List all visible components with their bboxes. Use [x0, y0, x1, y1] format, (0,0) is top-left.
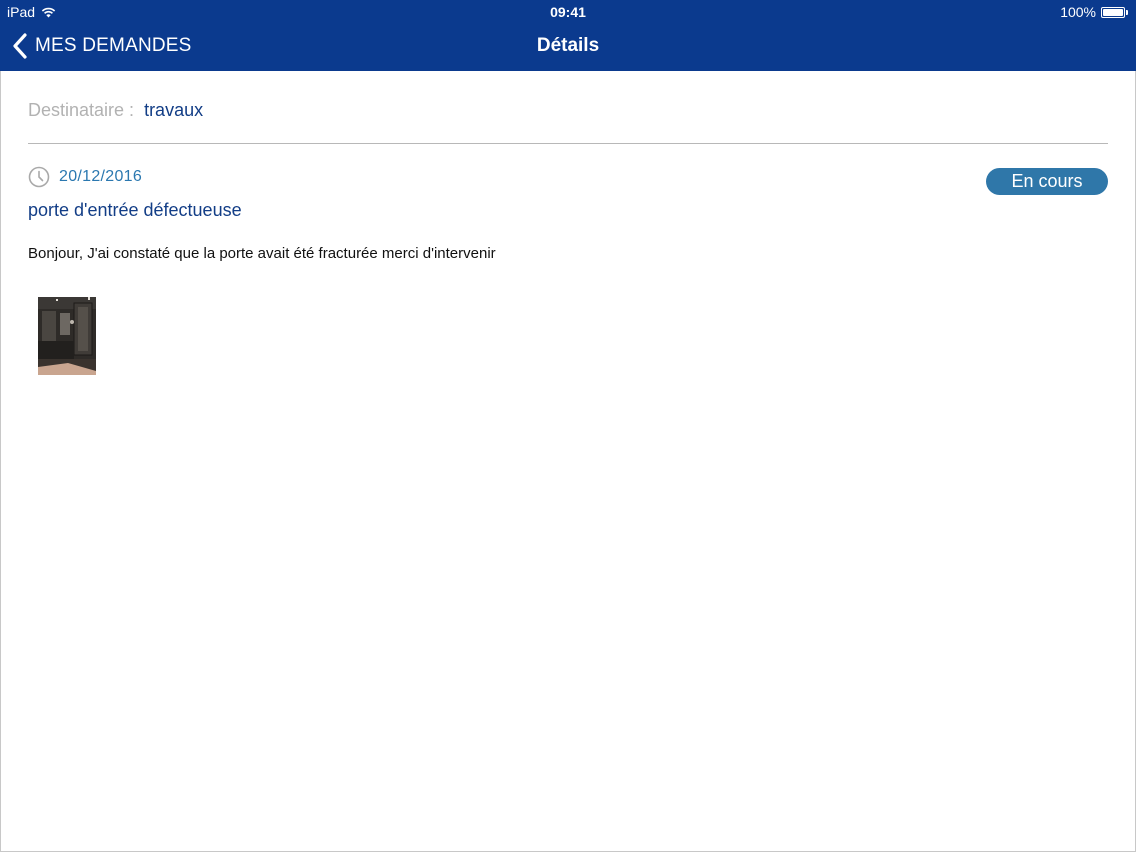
clock-time: 09:41 — [550, 4, 586, 20]
request-subject: porte d'entrée défectueuse — [28, 200, 242, 220]
recipient-value: travaux — [144, 100, 204, 120]
battery-tip — [1126, 9, 1128, 15]
recipient-row: Destinataire : travaux — [28, 100, 203, 121]
request-date: 20/12/2016 — [59, 168, 143, 185]
header: iPad 09:41 100% MES DEMANDES Détails — [0, 0, 1136, 71]
recipient-label: Destinataire : — [28, 100, 135, 120]
date-row: 20/12/2016 — [28, 166, 142, 188]
clock-icon — [28, 166, 50, 188]
divider — [28, 143, 1108, 144]
request-message: Bonjour, J'ai constaté que la porte avai… — [28, 245, 496, 262]
battery-icon — [1101, 6, 1125, 18]
app-frame — [0, 0, 1136, 852]
battery-percent: 100% — [1060, 4, 1096, 20]
status-bar: iPad 09:41 100% — [0, 0, 1136, 22]
attachment-thumbnail[interactable] — [38, 297, 96, 375]
battery-group: 100% — [1060, 4, 1128, 20]
navigation-bar: MES DEMANDES Détails — [0, 22, 1136, 71]
page-title: Détails — [536, 35, 600, 56]
status-badge: En cours — [986, 168, 1108, 195]
